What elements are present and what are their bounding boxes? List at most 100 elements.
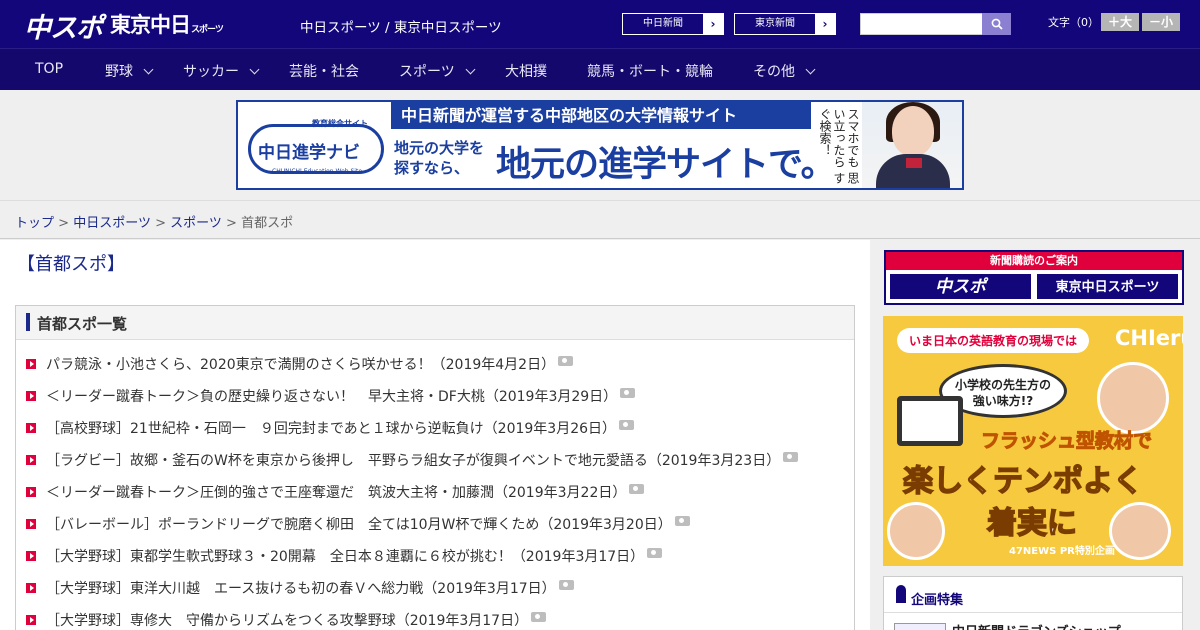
breadcrumb-bar: トップ > 中日スポーツ > スポーツ > 首都スポ <box>0 200 1200 239</box>
font-size-label: 文字（0） <box>1048 16 1099 29</box>
photo-icon <box>674 516 690 526</box>
feature-item-title: 中日新聞ドラゴンズショップ <box>952 621 1121 630</box>
article-link[interactable]: ＜リーダー蹴春トーク＞圧倒的強さで王座奪還だ 筑波大主将・加藤潤（2019年3月… <box>26 482 645 502</box>
nav-label: 大相撲 <box>505 64 547 80</box>
kid-photo <box>1097 362 1169 434</box>
chieru-ad[interactable]: いま日本の英語教育の現場では CHIeru 小学校の先生方の 強い味方!? フラ… <box>883 316 1183 566</box>
article-link[interactable]: ［大学野球］東都学生軟式野球３・20開幕 全日本８連覇に６校が挑む！（2019年… <box>26 546 663 566</box>
article-title: ［大学野球］東都学生軟式野球３・20開幕 全日本８連覇に６校が挑む！（2019年… <box>46 549 645 565</box>
ribbon-icon <box>896 585 906 603</box>
banner-strip: 中日新聞が運営する中部地区の大学情報サイト <box>391 102 811 129</box>
edu-label: 教育総合サイト <box>312 119 368 128</box>
nav-label: サッカー <box>183 64 239 80</box>
chuspo-logo[interactable]: 中スポ <box>24 6 103 45</box>
breadcrumb-separator: > <box>226 216 237 231</box>
ad-bubble-line1: 小学校の先生方の <box>954 378 1051 392</box>
nav-item-top[interactable]: TOP <box>35 61 63 77</box>
site-title: 中日スポーツ / 東京中日スポーツ <box>300 20 502 36</box>
kid-photo <box>887 502 945 560</box>
chevron-right-icon: › <box>815 14 835 34</box>
link-label: 中日新聞 <box>643 18 683 29</box>
search-button[interactable] <box>982 13 1011 35</box>
subscription-buttons: 中スポ 東京中日スポーツ <box>886 270 1182 303</box>
photo-icon <box>629 484 645 494</box>
ad-brand: CHIeru <box>1115 326 1183 350</box>
breadcrumb-link-top[interactable]: トップ <box>15 216 54 231</box>
heading-bar <box>26 313 30 331</box>
chevron-down-icon <box>143 64 154 75</box>
subscribe-tokyo-chunichi-button[interactable]: 東京中日スポーツ <box>1036 273 1179 300</box>
photo-icon <box>531 612 547 622</box>
top-header: 中スポ 東京中日スポーツ 中日スポーツ / 東京中日スポーツ 中日新聞 › 東京… <box>0 0 1200 48</box>
article-link[interactable]: ［高校野球］21世紀枠・石岡一 ９回完封まであと１球から逆転負け（2019年3月… <box>26 418 635 438</box>
banner-sub-line1: 地元の大学を <box>394 139 485 157</box>
photo-icon <box>620 388 636 398</box>
breadcrumb-separator: > <box>155 216 166 231</box>
nav-item-soccer[interactable]: サッカー <box>183 61 260 81</box>
ad-flash-text: フラッシュ型教材で <box>980 430 1153 453</box>
photo-icon <box>558 580 574 590</box>
tokyo-shimbun-link[interactable]: 東京新聞 › <box>734 13 836 35</box>
main-content: 【首都スポ】 首都スポ一覧 パラ競泳・小池さくら、2020東京で満開のさくら咲か… <box>0 240 870 630</box>
arrow-bullet-icon <box>26 455 36 465</box>
chevron-down-icon <box>249 64 260 75</box>
feature-box: 企画特集 中日新聞ドラゴンズショップ <box>883 576 1183 630</box>
font-smaller-button[interactable]: －小 <box>1142 13 1180 31</box>
chunichi-shimbun-link[interactable]: 中日新聞 › <box>622 13 724 35</box>
tokyo-chunichi-logo-small: スポーツ <box>191 25 224 35</box>
nav-item-baseball[interactable]: 野球 <box>105 61 154 81</box>
breadcrumb-link-chunichi-sports[interactable]: 中日スポーツ <box>73 216 151 231</box>
nav-item-racing[interactable]: 競馬・ボート・競輪 <box>587 61 713 81</box>
tokyo-chunichi-logo[interactable]: 東京中日スポーツ <box>110 9 224 39</box>
chevron-down-icon <box>805 64 816 75</box>
shingaku-navi-logo: 教育総合サイト 中日進学ナビ CHUNICHI Education Web Si… <box>242 108 390 184</box>
arrow-bullet-icon <box>26 391 36 401</box>
ad-headline-1: 楽しくテンポよく <box>902 463 1144 500</box>
nav-item-sports[interactable]: スポーツ <box>399 61 476 81</box>
article-link[interactable]: ［ラグビー］故郷・釜石のW杯を東京から後押し 平野らラ組女子が復興イベントで地元… <box>26 450 799 470</box>
photo-icon <box>647 548 663 558</box>
logo-text: 中日進学ナビ <box>258 143 360 163</box>
article-link[interactable]: ［バレーボール］ポーランドリーグで腕磨く柳田 全ては10月W杯で輝くため（201… <box>26 514 690 534</box>
article-title: ［高校野球］21世紀枠・石岡一 ９回完封まであと１球から逆転負け（2019年3月… <box>46 421 617 437</box>
article-link[interactable]: ［大学野球］東洋大川越 エース抜けるも初の春Ｖへ総力戦（2019年3月17日） <box>26 578 574 598</box>
article-list: 首都スポ一覧 パラ競泳・小池さくら、2020東京で満開のさくら咲かせる！（201… <box>15 305 855 630</box>
chevron-down-icon <box>465 64 476 75</box>
photo-icon <box>783 452 799 462</box>
page-title: 【首都スポ】 <box>17 254 125 275</box>
breadcrumb-link-sports[interactable]: スポーツ <box>170 216 222 231</box>
banner-headline: 地元の進学サイトで。 <box>496 145 836 185</box>
link-label: 東京新聞 <box>755 18 795 29</box>
kid-photo <box>1109 502 1171 560</box>
web-label: CHUNICHI Education Web Site <box>272 168 363 175</box>
subscribe-chuspo-button[interactable]: 中スポ <box>889 273 1032 300</box>
breadcrumb: トップ > 中日スポーツ > スポーツ > 首都スポ <box>15 212 293 231</box>
font-larger-button[interactable]: ＋大 <box>1101 13 1139 31</box>
photo-ribbon <box>906 158 922 168</box>
banner-sub: 地元の大学を 探すなら、 <box>394 138 484 178</box>
arrow-bullet-icon <box>26 359 36 369</box>
article-link[interactable]: ［大学野球］専修大 守備からリズムをつくる攻撃野球（2019年3月17日） <box>26 610 547 630</box>
nav-item-entertainment[interactable]: 芸能・社会 <box>289 61 359 81</box>
breadcrumb-separator: > <box>58 216 70 231</box>
subscription-header: 新聞購読のご案内 <box>886 252 1182 270</box>
feature-header: 企画特集 <box>884 577 1182 613</box>
nav-item-sumo[interactable]: 大相撲 <box>505 61 547 81</box>
subscription-box: 新聞購読のご案内 中スポ 東京中日スポーツ <box>884 250 1184 305</box>
article-list-title: 首都スポ一覧 <box>37 315 128 333</box>
article-link[interactable]: ＜リーダー蹴春トーク＞負の歴史繰り返さない！ 早大主将・DF大桃（2019年3月… <box>26 386 636 406</box>
nav-item-other[interactable]: その他 <box>753 61 816 81</box>
article-title: ＜リーダー蹴春トーク＞負の歴史繰り返さない！ 早大主将・DF大桃（2019年3月… <box>46 389 618 405</box>
ad-headline-2: 着実に <box>986 505 1078 542</box>
article-title: ［大学野球］専修大 守備からリズムをつくる攻撃野球（2019年3月17日） <box>46 613 529 629</box>
breadcrumb-current: 首都スポ <box>241 216 294 231</box>
search-icon <box>991 18 1003 30</box>
photo-icon <box>619 420 635 430</box>
article-link[interactable]: パラ競泳・小池さくら、2020東京で満開のさくら咲かせる！（2019年4月2日） <box>26 354 574 374</box>
nav-label: スポーツ <box>399 64 455 80</box>
search-input[interactable] <box>860 13 983 35</box>
nav-label: その他 <box>753 64 795 80</box>
banner-sub-line2: 探すなら、 <box>394 159 470 177</box>
education-banner-ad[interactable]: 教育総合サイト 中日進学ナビ CHUNICHI Education Web Si… <box>236 100 964 190</box>
nav-label: TOP <box>35 61 64 77</box>
